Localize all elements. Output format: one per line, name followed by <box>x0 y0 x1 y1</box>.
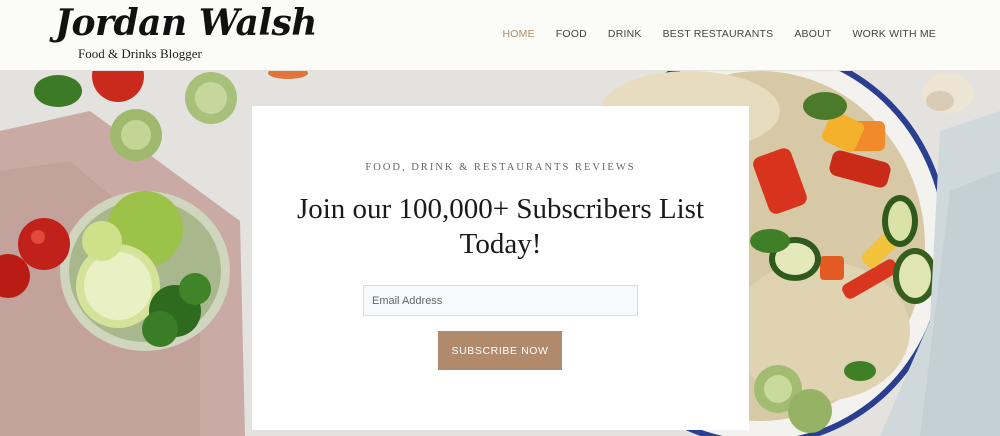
site-header: Jordan Walsh Food & Drinks Blogger HOME … <box>0 0 1000 71</box>
site-logo[interactable]: Jordan Walsh Food & Drinks Blogger <box>55 2 317 64</box>
subscribe-title: Join our 100,000+ Subscribers List Today… <box>296 193 705 260</box>
nav-item-work-with-me[interactable]: WORK WITH ME <box>853 28 936 40</box>
logo-tagline: Food & Drinks Blogger <box>78 46 202 61</box>
main-nav: HOME FOOD DRINK BEST RESTAURANTS ABOUT W… <box>502 28 936 40</box>
nav-item-about[interactable]: ABOUT <box>794 28 831 40</box>
nav-item-drink[interactable]: DRINK <box>608 28 642 40</box>
nav-item-home[interactable]: HOME <box>502 28 534 40</box>
subscribe-card: FOOD, DRINK & RESTAURANTS REVIEWS Join o… <box>252 106 749 430</box>
logo-name: Jordan Walsh <box>55 2 317 44</box>
nav-item-food[interactable]: FOOD <box>556 28 587 40</box>
subscribe-button[interactable]: SUBSCRIBE NOW <box>438 331 562 370</box>
email-field[interactable] <box>363 285 638 316</box>
subscribe-eyebrow: FOOD, DRINK & RESTAURANTS REVIEWS <box>365 162 636 173</box>
nav-item-best-restaurants[interactable]: BEST RESTAURANTS <box>663 28 774 40</box>
